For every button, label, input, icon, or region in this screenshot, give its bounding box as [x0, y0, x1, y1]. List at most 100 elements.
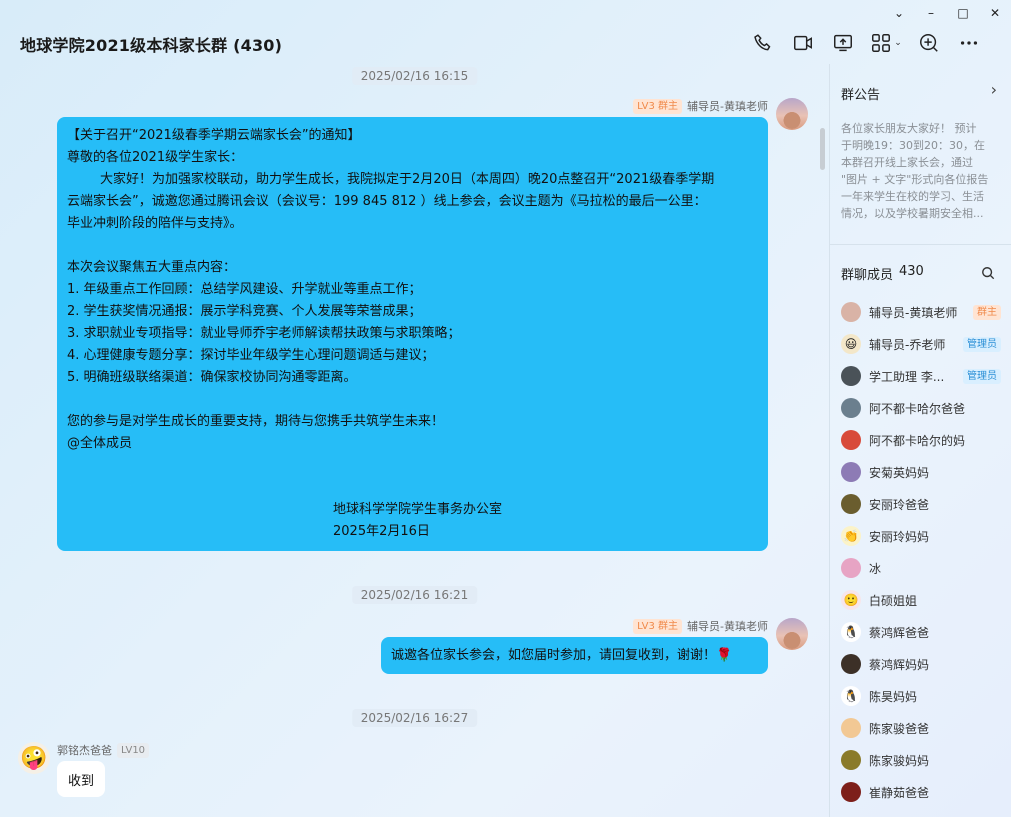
message-text: 收到: [67, 773, 94, 789]
member-avatar: 🙂: [841, 590, 861, 610]
message-line: 大家好！为加强家校联动，助力学生成长，我院拟定于2月20日（本周四）晚20点整召…: [67, 172, 715, 187]
group-notice-title[interactable]: 群公告: [841, 84, 880, 103]
member-avatar: [841, 302, 861, 322]
window-controls: ⌄ – □ ✕: [883, 0, 1011, 26]
message-line: [67, 455, 758, 477]
member-avatar: [841, 782, 861, 802]
apps-grid-icon[interactable]: ⌄: [863, 28, 909, 58]
member-item[interactable]: 阿不都卡哈尔的妈妈: [841, 428, 1001, 452]
members-title: 群聊成员: [841, 268, 894, 283]
chat-scrollbar[interactable]: [820, 128, 825, 170]
chat-header: 地球学院2021级本科家长群 (430) ⌄: [0, 26, 1011, 64]
message-line: 5. 明确班级联络渠道：确保家校协同沟通零距离。: [67, 370, 357, 385]
message-line: [67, 235, 758, 257]
maximize-icon[interactable]: □: [947, 0, 979, 26]
member-item[interactable]: 👏 安丽玲妈妈: [841, 524, 1001, 548]
member-name: 安丽玲爸爸: [869, 497, 930, 512]
member-avatar: [841, 750, 861, 770]
member-name: 安丽玲妈妈: [869, 529, 930, 544]
member-avatar: [841, 398, 861, 418]
message-list[interactable]: 2025/02/16 16:15 LV3 群主 辅导员-黄瑱老师 【关于召开“2…: [0, 64, 829, 817]
member-name: 陈昊妈妈: [869, 689, 918, 704]
sender-name[interactable]: 辅导员-黄瑱老师: [687, 618, 768, 634]
member-avatar: 👏: [841, 526, 861, 546]
member-name: 陈家骏妈妈: [869, 753, 930, 768]
member-item[interactable]: 安丽玲爸爸: [841, 492, 1001, 516]
member-item[interactable]: 安菊英妈妈: [841, 460, 1001, 484]
member-avatar: [841, 718, 861, 738]
notice-line: 各位家长朋友大家好！ 预计: [841, 122, 977, 135]
sender-name[interactable]: 辅导员-黄瑱老师: [687, 98, 768, 114]
avatar[interactable]: [776, 618, 808, 650]
screen-share-icon[interactable]: [823, 28, 863, 58]
message-line: 尊敬的各位2021级学生家长：: [67, 150, 244, 165]
member-avatar: 🐧: [841, 686, 861, 706]
member-role-badge: 管理员: [963, 336, 1001, 352]
add-circle-icon[interactable]: [909, 28, 949, 58]
member-item[interactable]: 陈家骏妈妈: [841, 748, 1001, 772]
close-icon[interactable]: ✕: [979, 0, 1011, 26]
more-icon[interactable]: [949, 28, 989, 58]
chat-title: 地球学院2021级本科家长群 (430): [20, 36, 283, 55]
member-item[interactable]: 崔静茹爸爸: [841, 780, 1001, 804]
message-line: 4. 心理健康专题分享：探讨毕业年级学生心理问题调适与建议；: [67, 348, 435, 363]
avatar[interactable]: 🤪: [18, 742, 50, 774]
mention-all[interactable]: @全体成员: [67, 433, 758, 455]
message-text: 诚邀各位家长参会，如您届时参加，请回复收到，谢谢！🌹: [391, 647, 733, 663]
member-name: 蔡鸿辉妈妈: [869, 657, 930, 672]
minimize-icon[interactable]: –: [915, 0, 947, 26]
member-avatar: [841, 430, 861, 450]
sender-name[interactable]: 郭铭杰爸爸: [57, 742, 112, 758]
member-avatar: [841, 462, 861, 482]
member-item[interactable]: 🐧 陈昊妈妈: [841, 684, 1001, 708]
member-item[interactable]: 学工助理 李... 管理员: [841, 364, 1001, 388]
message-timestamp: 2025/02/16 16:15: [351, 67, 478, 85]
member-item[interactable]: 🙂 白硕姐姐: [841, 588, 1001, 612]
message-line: 3. 求职就业专项指导：就业导师乔宇老师解读帮扶政策与求职策略；: [67, 326, 461, 341]
member-name: 白硕姐姐: [869, 593, 918, 608]
member-item[interactable]: 陈家骏爸爸: [841, 716, 1001, 740]
avatar[interactable]: [776, 98, 808, 130]
search-icon[interactable]: [981, 265, 995, 280]
message-bubble[interactable]: 诚邀各位家长参会，如您届时参加，请回复收到，谢谢！🌹: [381, 637, 768, 674]
member-item[interactable]: 阿不都卡哈尔爸爸13...: [841, 396, 1001, 420]
message-line: [67, 477, 758, 499]
notice-line: 本群召开线上家长会，通过: [841, 156, 973, 169]
message-signature: 地球科学学院学生事务办公室: [333, 502, 503, 517]
group-notice-body[interactable]: 各位家长朋友大家好！ 预计 于明晚19：30到20：30，在 本群召开线上家长会…: [841, 120, 1007, 222]
member-name: 陈家骏爸爸: [869, 721, 930, 736]
member-name: 崔静茹爸爸: [869, 785, 930, 800]
member-avatar: [841, 494, 861, 514]
message-line: 【关于召开“2021级春季学期云端家长会”的通知】: [67, 128, 361, 143]
chevron-down-icon: ⌄: [894, 38, 902, 48]
member-avatar: [841, 366, 861, 386]
member-avatar: [841, 654, 861, 674]
member-avatar: 😃: [841, 334, 861, 354]
member-item[interactable]: 冰: [841, 556, 1001, 580]
message-line: [67, 389, 758, 411]
member-item[interactable]: 😃 辅导员-乔老师 管理员: [841, 332, 1001, 356]
message-line: 2. 学生获奖情况通报：展示学科竞赛、个人发展等荣誉成果；: [67, 304, 422, 319]
header-toolbar: ⌄: [743, 28, 989, 58]
message-line: 1. 年级重点工作回顾：总结学风建设、升学就业等重点工作；: [67, 282, 422, 297]
sender-line: 郭铭杰爸爸 LV10: [57, 742, 150, 758]
member-avatar: [841, 558, 861, 578]
message-timestamp: 2025/02/16 16:27: [351, 709, 478, 727]
member-item[interactable]: 蔡鸿辉妈妈: [841, 652, 1001, 676]
members-header: 群聊成员 430: [841, 264, 924, 283]
message-bubble[interactable]: 收到: [57, 761, 105, 797]
message-bubble[interactable]: 【关于召开“2021级春季学期云端家长会”的通知】 尊敬的各位2021级学生家长…: [57, 117, 768, 551]
sender-line: LV3 群主 辅导员-黄瑱老师: [633, 618, 768, 634]
phone-icon[interactable]: [743, 28, 783, 58]
notice-line: 一年来学生在校的学习、生活: [841, 190, 984, 203]
level-badge: LV3 群主: [633, 98, 683, 114]
chevron-right-icon[interactable]: ›: [991, 80, 997, 99]
group-side-panel: 群公告 › 各位家长朋友大家好！ 预计 于明晚19：30到20：30，在 本群召…: [829, 64, 1011, 817]
chevron-down-icon[interactable]: ⌄: [883, 0, 915, 26]
side-divider: [830, 244, 1011, 245]
video-icon[interactable]: [783, 28, 823, 58]
member-name: 阿不都卡哈尔的妈妈: [869, 433, 965, 448]
member-item[interactable]: 辅导员-黄瑱老师 群主: [841, 300, 1001, 324]
member-item[interactable]: 🐧 蔡鸿辉爸爸: [841, 620, 1001, 644]
member-name: 蔡鸿辉爸爸: [869, 625, 930, 640]
